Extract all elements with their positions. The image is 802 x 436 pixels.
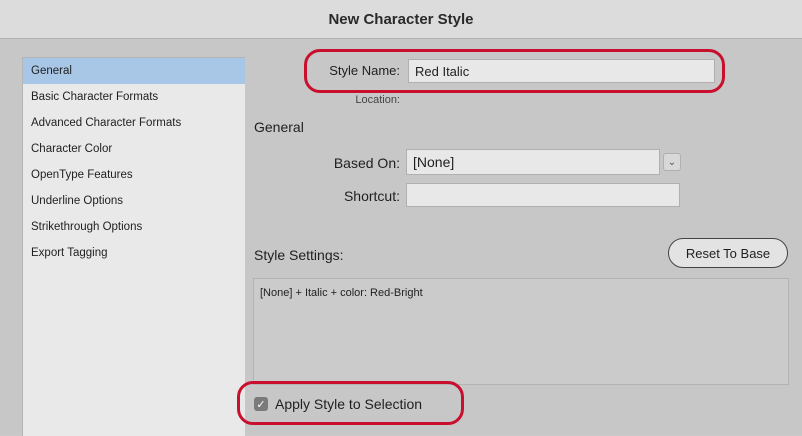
shortcut-input[interactable] bbox=[406, 183, 680, 207]
sidebar-item-general[interactable]: General bbox=[23, 58, 245, 84]
style-name-label: Style Name: bbox=[329, 63, 400, 78]
sidebar-item-advanced-character-formats[interactable]: Advanced Character Formats bbox=[23, 110, 245, 136]
style-settings-label: Style Settings: bbox=[254, 247, 344, 263]
sidebar-item-character-color[interactable]: Character Color bbox=[23, 136, 245, 162]
style-name-input[interactable]: Red Italic bbox=[408, 59, 715, 83]
style-settings-text: [None] + Italic + color: Red-Bright bbox=[260, 287, 423, 299]
dialog-body: General Basic Character Formats Advanced… bbox=[0, 39, 802, 436]
style-settings-box: [None] + Italic + color: Red-Bright bbox=[253, 278, 789, 385]
sidebar-item-underline-options[interactable]: Underline Options bbox=[23, 188, 245, 214]
window-title: New Character Style bbox=[0, 0, 802, 39]
shortcut-label: Shortcut: bbox=[343, 188, 400, 204]
section-title-general: General bbox=[254, 119, 304, 135]
sidebar-item-basic-character-formats[interactable]: Basic Character Formats bbox=[23, 84, 245, 110]
based-on-label: Based On: bbox=[333, 155, 400, 171]
location-label: Location: bbox=[355, 94, 400, 106]
sidebar-item-export-tagging[interactable]: Export Tagging bbox=[23, 240, 245, 266]
sidebar: General Basic Character Formats Advanced… bbox=[22, 57, 245, 436]
apply-style-label[interactable]: Apply Style to Selection bbox=[275, 396, 422, 412]
based-on-select[interactable]: [None] bbox=[406, 149, 660, 175]
apply-style-checkbox[interactable]: ✓ bbox=[254, 397, 268, 411]
checkmark-icon: ✓ bbox=[256, 398, 266, 411]
sidebar-item-strikethrough-options[interactable]: Strikethrough Options bbox=[23, 214, 245, 240]
reset-to-base-button[interactable]: Reset To Base bbox=[668, 238, 788, 268]
sidebar-item-opentype-features[interactable]: OpenType Features bbox=[23, 162, 245, 188]
chevron-down-icon[interactable]: ⌄ bbox=[663, 153, 681, 171]
